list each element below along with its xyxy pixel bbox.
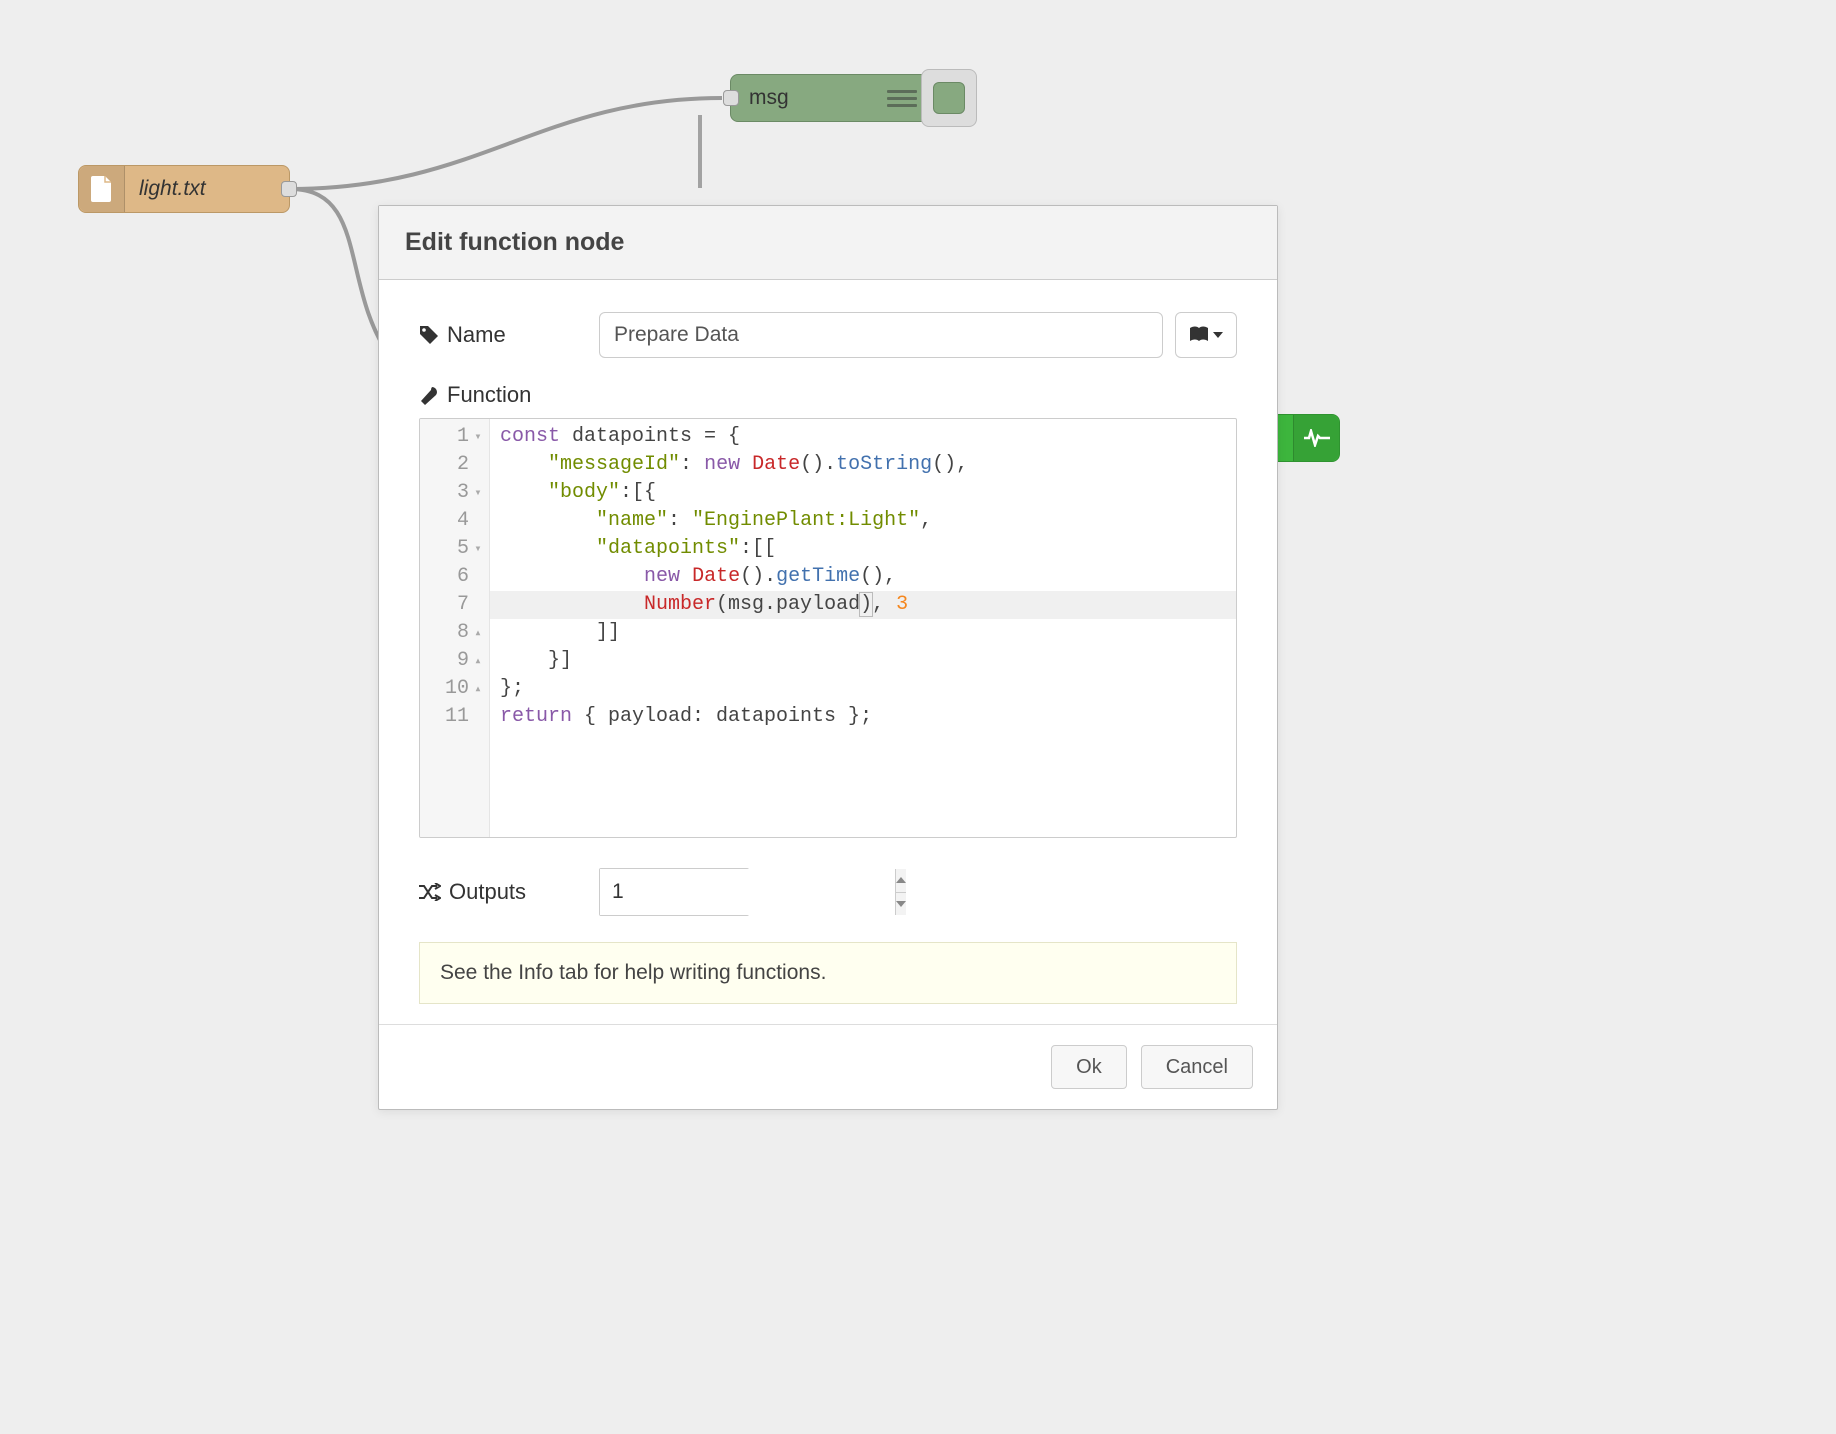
function-field-label: Function bbox=[419, 382, 1237, 408]
book-icon bbox=[1189, 326, 1209, 344]
dialog-footer: Ok Cancel bbox=[379, 1024, 1277, 1109]
ok-button[interactable]: Ok bbox=[1051, 1045, 1127, 1089]
name-input[interactable] bbox=[599, 312, 1163, 358]
tag-icon bbox=[419, 325, 439, 345]
cancel-button[interactable]: Cancel bbox=[1141, 1045, 1253, 1089]
node-input-port[interactable] bbox=[723, 90, 739, 106]
function-code-editor[interactable]: 1▾23▾45▾678▴9▴10▴11 const datapoints = {… bbox=[419, 418, 1237, 838]
info-tip: See the Info tab for help writing functi… bbox=[419, 942, 1237, 1004]
dialog-title: Edit function node bbox=[405, 228, 1251, 257]
edit-function-dialog: Edit function node Name bbox=[378, 205, 1278, 1110]
node-output-port[interactable] bbox=[281, 181, 297, 197]
outputs-spinner[interactable] bbox=[599, 868, 749, 916]
node-debug[interactable]: msg bbox=[730, 74, 934, 122]
dialog-header: Edit function node bbox=[379, 206, 1277, 280]
pulse-icon bbox=[1293, 415, 1339, 461]
outputs-field-label: Outputs bbox=[419, 879, 599, 905]
node-file-label: light.txt bbox=[125, 177, 289, 201]
file-icon bbox=[79, 166, 125, 212]
outputs-increment-button[interactable] bbox=[896, 869, 906, 893]
node-debug-label: msg bbox=[749, 86, 789, 110]
editor-code-area[interactable]: const datapoints = { "messageId": new Da… bbox=[490, 419, 1236, 837]
shuffle-icon bbox=[419, 883, 441, 901]
outputs-input[interactable] bbox=[600, 869, 895, 915]
caret-down-icon bbox=[1213, 332, 1223, 338]
node-file-in[interactable]: light.txt bbox=[78, 165, 290, 213]
editor-gutter: 1▾23▾45▾678▴9▴10▴11 bbox=[420, 419, 490, 837]
debug-toggle-button[interactable] bbox=[921, 69, 977, 127]
name-field-label: Name bbox=[419, 322, 599, 348]
wrench-icon bbox=[419, 385, 439, 405]
library-dropdown-button[interactable] bbox=[1175, 312, 1237, 358]
outputs-decrement-button[interactable] bbox=[896, 893, 906, 916]
debug-bars-icon bbox=[887, 84, 917, 112]
